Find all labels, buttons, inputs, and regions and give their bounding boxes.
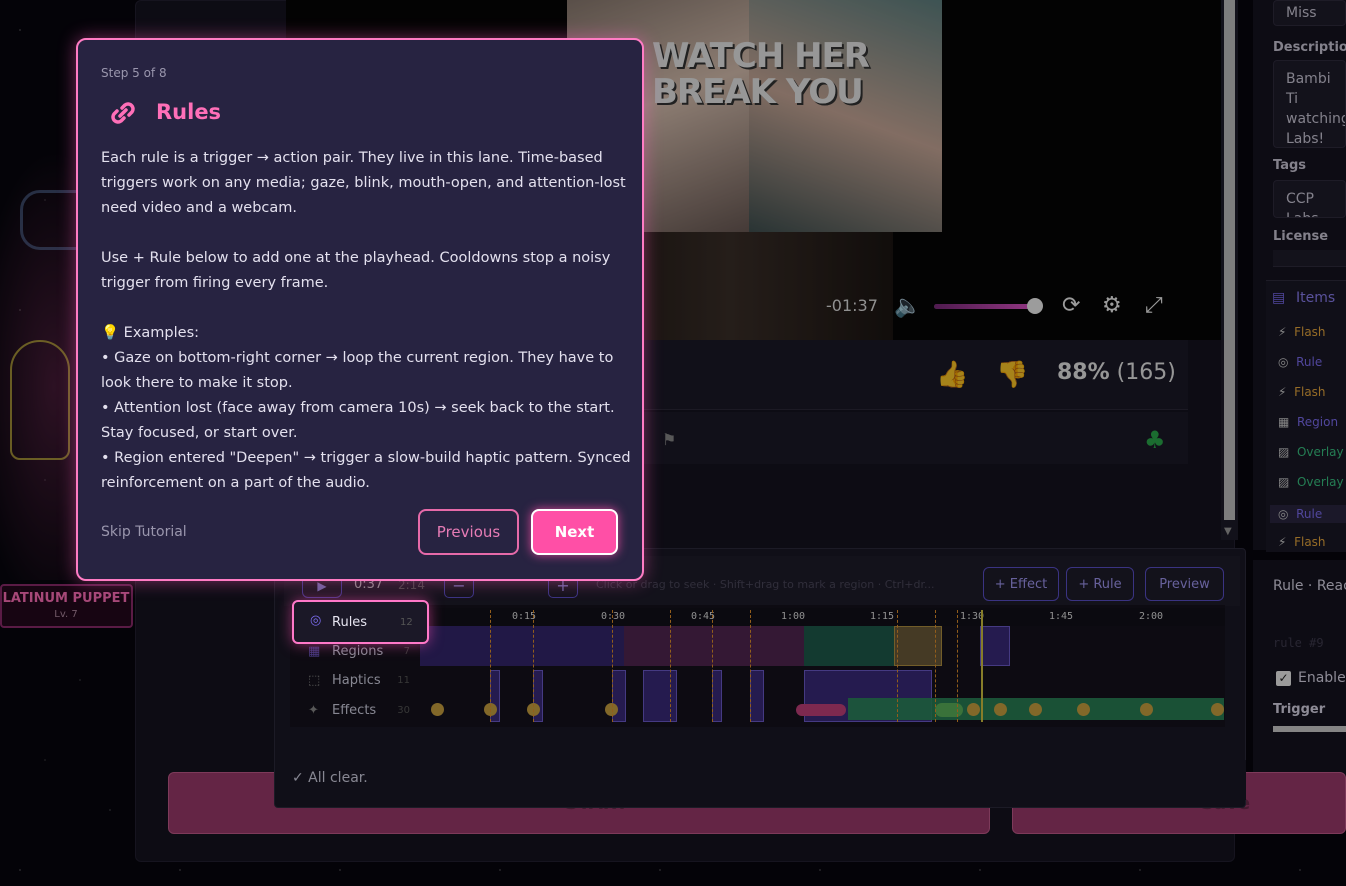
target-icon: ◎ xyxy=(310,613,322,628)
lightbulb-icon: 💡 xyxy=(101,325,120,341)
tutorial-paragraph: Use + Rule below to add one at the playh… xyxy=(101,250,611,291)
skip-tutorial-link[interactable]: Skip Tutorial xyxy=(101,524,187,540)
example-item: • Gaze on bottom-right corner → loop the… xyxy=(101,350,614,391)
example-item: • Attention lost (face away from camera … xyxy=(101,400,615,441)
link-icon xyxy=(106,96,140,134)
examples-heading: 💡 Examples: xyxy=(101,325,200,341)
tutorial-body: Each rule is a trigger → action pair. Th… xyxy=(101,146,631,496)
previous-button[interactable]: Previous xyxy=(418,509,519,555)
next-button[interactable]: Next xyxy=(531,509,618,555)
lane-rules-label: Rules xyxy=(332,615,368,630)
lane-rules-highlight[interactable]: ◎ Rules 12 xyxy=(292,600,429,644)
lane-rules-count: 12 xyxy=(400,617,413,628)
tutorial-paragraph: Each rule is a trigger → action pair. Th… xyxy=(101,150,626,216)
step-indicator: Step 5 of 8 xyxy=(101,66,167,80)
tutorial-title: Rules xyxy=(156,100,222,124)
example-item: • Region entered "Deepen" → trigger a sl… xyxy=(101,450,631,491)
